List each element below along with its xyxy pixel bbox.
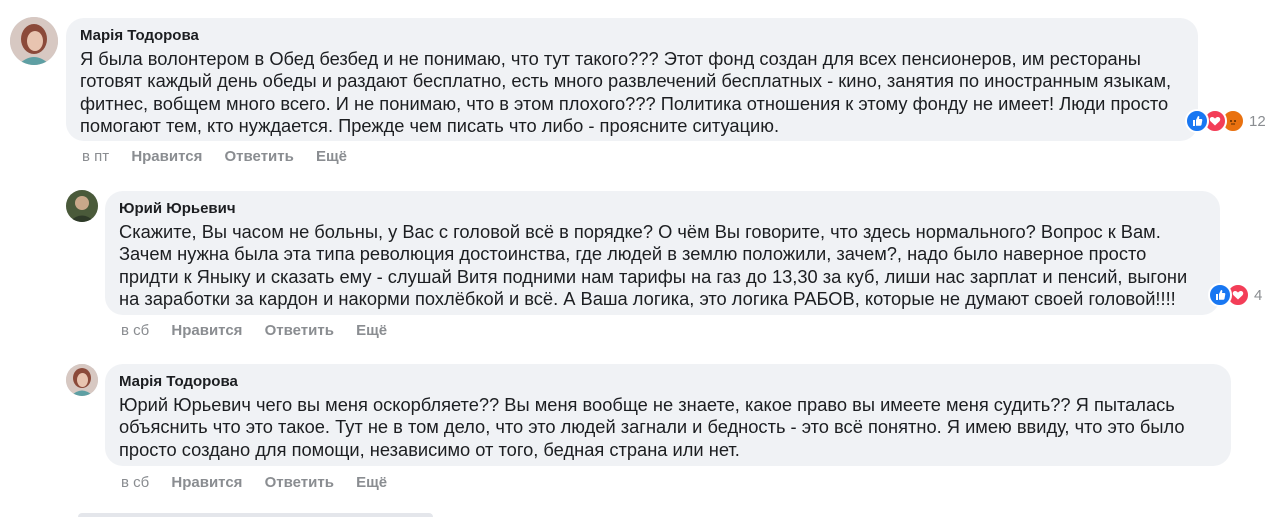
reactions-summary[interactable]: 4 <box>1208 283 1263 307</box>
comment-text: Скажите, Вы часом не больны, у Вас с гол… <box>119 221 1188 309</box>
avatar-photo <box>10 17 58 65</box>
reply-button[interactable]: Ответить <box>265 322 334 340</box>
comment-time[interactable]: в сб <box>121 474 149 492</box>
more-button[interactable]: Ещё <box>356 474 387 492</box>
comment-time[interactable]: в пт <box>82 148 109 166</box>
comment-actions: в сб Нравится Ответить Ещё <box>121 322 405 340</box>
comment-author[interactable]: Юрий Юрьевич <box>119 199 1206 218</box>
reaction-count: 12 <box>1249 112 1266 130</box>
like-button[interactable]: Нравится <box>131 148 202 166</box>
avatar[interactable] <box>66 364 98 396</box>
comment-text: Я была волонтером в Обед безбед и не пон… <box>80 48 1172 136</box>
reply-button[interactable]: Ответить <box>265 474 334 492</box>
like-reaction-icon <box>1185 109 1209 133</box>
like-button[interactable]: Нравится <box>171 322 242 340</box>
comment-author[interactable]: Марія Тодорова <box>119 372 1217 391</box>
more-button[interactable]: Ещё <box>356 322 387 340</box>
comment-actions: в пт Нравится Ответить Ещё <box>82 148 365 166</box>
avatar[interactable] <box>10 17 58 65</box>
comment-actions: в сб Нравится Ответить Ещё <box>121 474 405 492</box>
like-button[interactable]: Нравится <box>171 474 242 492</box>
comment-bubble: Юрий Юрьевич Скажите, Вы часом не больны… <box>105 191 1220 315</box>
reply-button[interactable]: Ответить <box>225 148 294 166</box>
comment-author[interactable]: Марія Тодорова <box>80 26 1184 45</box>
comment-time[interactable]: в сб <box>121 322 149 340</box>
reaction-count: 4 <box>1254 286 1263 304</box>
avatar-photo <box>66 364 98 396</box>
comment-bubble: Марія Тодорова Я была волонтером в Обед … <box>66 18 1198 141</box>
reactions-summary[interactable]: 12 <box>1185 109 1266 133</box>
avatar[interactable] <box>66 190 98 222</box>
next-comment-edge <box>78 513 433 517</box>
comment-text: Юрий Юрьевич чего вы меня оскорбляете?? … <box>119 394 1185 460</box>
avatar-photo <box>66 190 98 222</box>
like-reaction-icon <box>1208 283 1232 307</box>
more-button[interactable]: Ещё <box>316 148 347 166</box>
comment-bubble: Марія Тодорова Юрий Юрьевич чего вы меня… <box>105 364 1231 466</box>
